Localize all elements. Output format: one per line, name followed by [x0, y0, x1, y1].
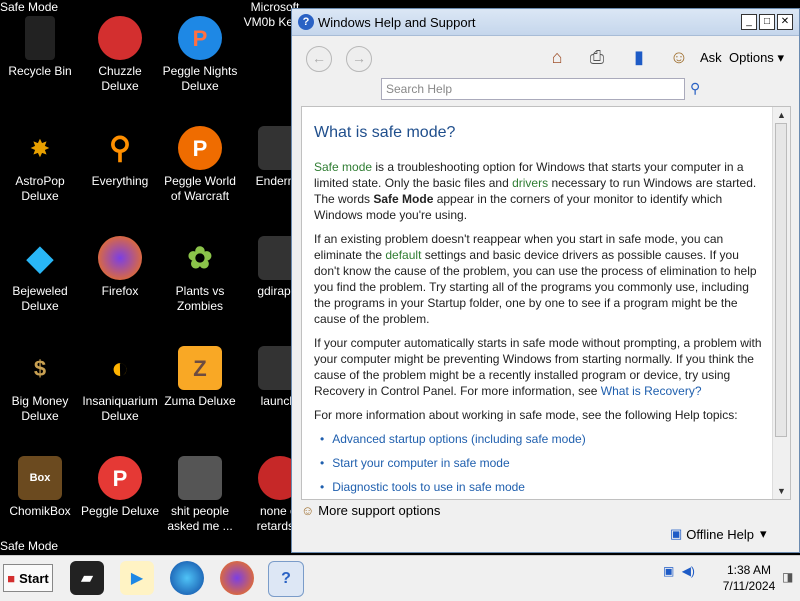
link-diagnostic-tools[interactable]: Diagnostic tools to use in safe mode [320, 479, 766, 495]
paragraph-1: Safe mode is a troubleshooting option fo… [314, 160, 757, 222]
offline-help-menu[interactable]: ▣ Offline Help ▾ [670, 526, 767, 542]
peggle-wow-icon: P [178, 126, 222, 170]
help-window: ? Windows Help and Support _ □ ✕ ← → ⌂ ⎙… [291, 8, 800, 553]
money-bag-icon: $ [33, 355, 47, 381]
paragraph-4: For more information about working in sa… [314, 408, 738, 422]
desktop-icon-peggle-deluxe[interactable]: P Peggle Deluxe [80, 450, 160, 519]
chevron-down-icon: ▾ [777, 50, 784, 65]
scroll-thumb[interactable] [775, 123, 787, 437]
search-input[interactable]: Search Help [381, 78, 685, 100]
zuma-icon: Z [178, 346, 222, 390]
desktop-icon-chuzzle[interactable]: Chuzzle Deluxe [80, 10, 160, 94]
help-topics-list: Advanced startup options (including safe… [314, 431, 766, 495]
paragraph-3: If your computer automatically starts in… [314, 336, 762, 398]
link-advanced-startup[interactable]: Advanced startup options (including safe… [320, 431, 766, 447]
glossary-drivers[interactable]: drivers [512, 176, 548, 190]
link-start-safe-mode[interactable]: Start your computer in safe mode [320, 455, 766, 471]
glossary-default[interactable]: default [385, 248, 421, 262]
scroll-down-icon[interactable]: ▼ [773, 483, 790, 499]
astropop-icon: ✸ [30, 135, 50, 161]
fish-icon: ◐ [110, 351, 130, 385]
desktop-icon-big-money[interactable]: $ Big Money Deluxe [0, 340, 80, 424]
desktop-icon-chomikbox[interactable]: Box ChomikBox [0, 450, 80, 519]
minimize-button[interactable]: _ [741, 14, 757, 30]
taskbar-firefox-icon[interactable] [220, 561, 254, 595]
desktop-icon-pvz[interactable]: ✿ Plants vs Zombies [160, 230, 240, 314]
desktop-icon-firefox[interactable]: Firefox [80, 230, 160, 299]
clock-time: 1:38 AM [726, 563, 772, 577]
search-icon[interactable]: ⚲ [690, 80, 700, 97]
desktop-icon-recycle-bin[interactable]: Recycle Bin [0, 10, 80, 79]
start-button[interactable]: ■ Start [3, 564, 53, 592]
desktop-icon-insaniquarium[interactable]: ◐ Insaniquarium Deluxe [80, 340, 160, 424]
desktop-icon-zuma[interactable]: Z Zuma Deluxe [160, 340, 240, 409]
taskbar: ■ Start ▰ ▶ ? ▣ ◀) 1:38 AM 7/11/2024 ◨ [0, 555, 800, 601]
desktop-icon-everything[interactable]: ⚲ Everything [80, 120, 160, 189]
magnifier-icon: ⚲ [109, 131, 131, 165]
article: What is safe mode? Safe mode is a troubl… [314, 119, 766, 499]
peggle-icon: P [98, 456, 142, 500]
home-icon[interactable]: ⌂ [544, 44, 570, 70]
folder-icon [178, 456, 222, 500]
glossary-safe-mode[interactable]: Safe mode [314, 160, 372, 174]
taskbar-globe-icon[interactable] [170, 561, 204, 595]
firefox-icon [98, 236, 142, 280]
article-title: What is safe mode? [314, 124, 456, 141]
action-center-icon[interactable]: ◨ [782, 570, 793, 584]
taskbar-help-icon[interactable]: ? [268, 561, 304, 597]
tray-icons[interactable]: ▣ ◀) [663, 564, 695, 578]
ask-button[interactable]: Ask [700, 50, 722, 65]
support-people-icon: ☺ [301, 503, 315, 518]
back-button[interactable]: ← [306, 46, 332, 72]
close-button[interactable]: ✕ [777, 14, 793, 30]
ask-people-icon[interactable]: ☺ [666, 44, 692, 70]
clock-date: 7/11/2024 [722, 579, 776, 593]
network-icon[interactable]: ▣ [663, 564, 674, 578]
more-support-options[interactable]: ☺ More support options [301, 503, 440, 518]
desktop-icon-peggle-wow[interactable]: P Peggle World of Warcraft [160, 120, 240, 204]
vertical-scrollbar[interactable]: ▲ ▼ [772, 107, 790, 499]
windows-logo-icon: ■ [7, 570, 16, 586]
bejeweled-icon: ◆ [26, 238, 54, 277]
plant-icon: ✿ [187, 241, 213, 275]
desktop-icon-peggle-nights[interactable]: P Peggle Nights Deluxe [160, 10, 240, 94]
chevron-down-icon: ▾ [759, 526, 767, 541]
volume-icon[interactable]: ◀) [682, 564, 695, 578]
desktop-icon-astropop[interactable]: ✸ AstroPop Deluxe [0, 120, 80, 204]
taskbar-media-player-icon[interactable]: ▶ [120, 561, 154, 595]
help-icon: ? [298, 14, 314, 30]
link-what-is-recovery[interactable]: What is Recovery? [601, 384, 702, 398]
recycle-bin-icon [25, 16, 55, 60]
options-menu[interactable]: Options ▾ [729, 50, 784, 66]
clock[interactable]: 1:38 AM 7/11/2024 [722, 562, 776, 594]
taskbar-app-terminal-icon[interactable]: ▰ [70, 561, 104, 595]
offline-icon: ▣ [670, 526, 683, 541]
help-content: What is safe mode? Safe mode is a troubl… [301, 106, 791, 500]
window-title: Windows Help and Support [318, 14, 476, 30]
desktop-icon-bejeweled[interactable]: ◆ Bejeweled Deluxe [0, 230, 80, 314]
paragraph-2: If an existing problem doesn't reappear … [314, 232, 757, 326]
maximize-button[interactable]: □ [759, 14, 775, 30]
print-icon[interactable]: ⎙ [584, 44, 610, 70]
chuzzle-icon [98, 16, 142, 60]
desktop-icon-folder[interactable]: shit people asked me ... [160, 450, 240, 534]
peggle-nights-icon: P [178, 16, 222, 60]
safe-mode-label-bottom: Safe Mode [0, 539, 59, 553]
forward-button[interactable]: → [346, 46, 372, 72]
chomikbox-icon: Box [18, 456, 62, 500]
title-bar[interactable]: ? Windows Help and Support _ □ ✕ [292, 9, 799, 36]
browse-help-icon[interactable]: ▮ [626, 44, 652, 70]
scroll-up-icon[interactable]: ▲ [773, 107, 790, 123]
